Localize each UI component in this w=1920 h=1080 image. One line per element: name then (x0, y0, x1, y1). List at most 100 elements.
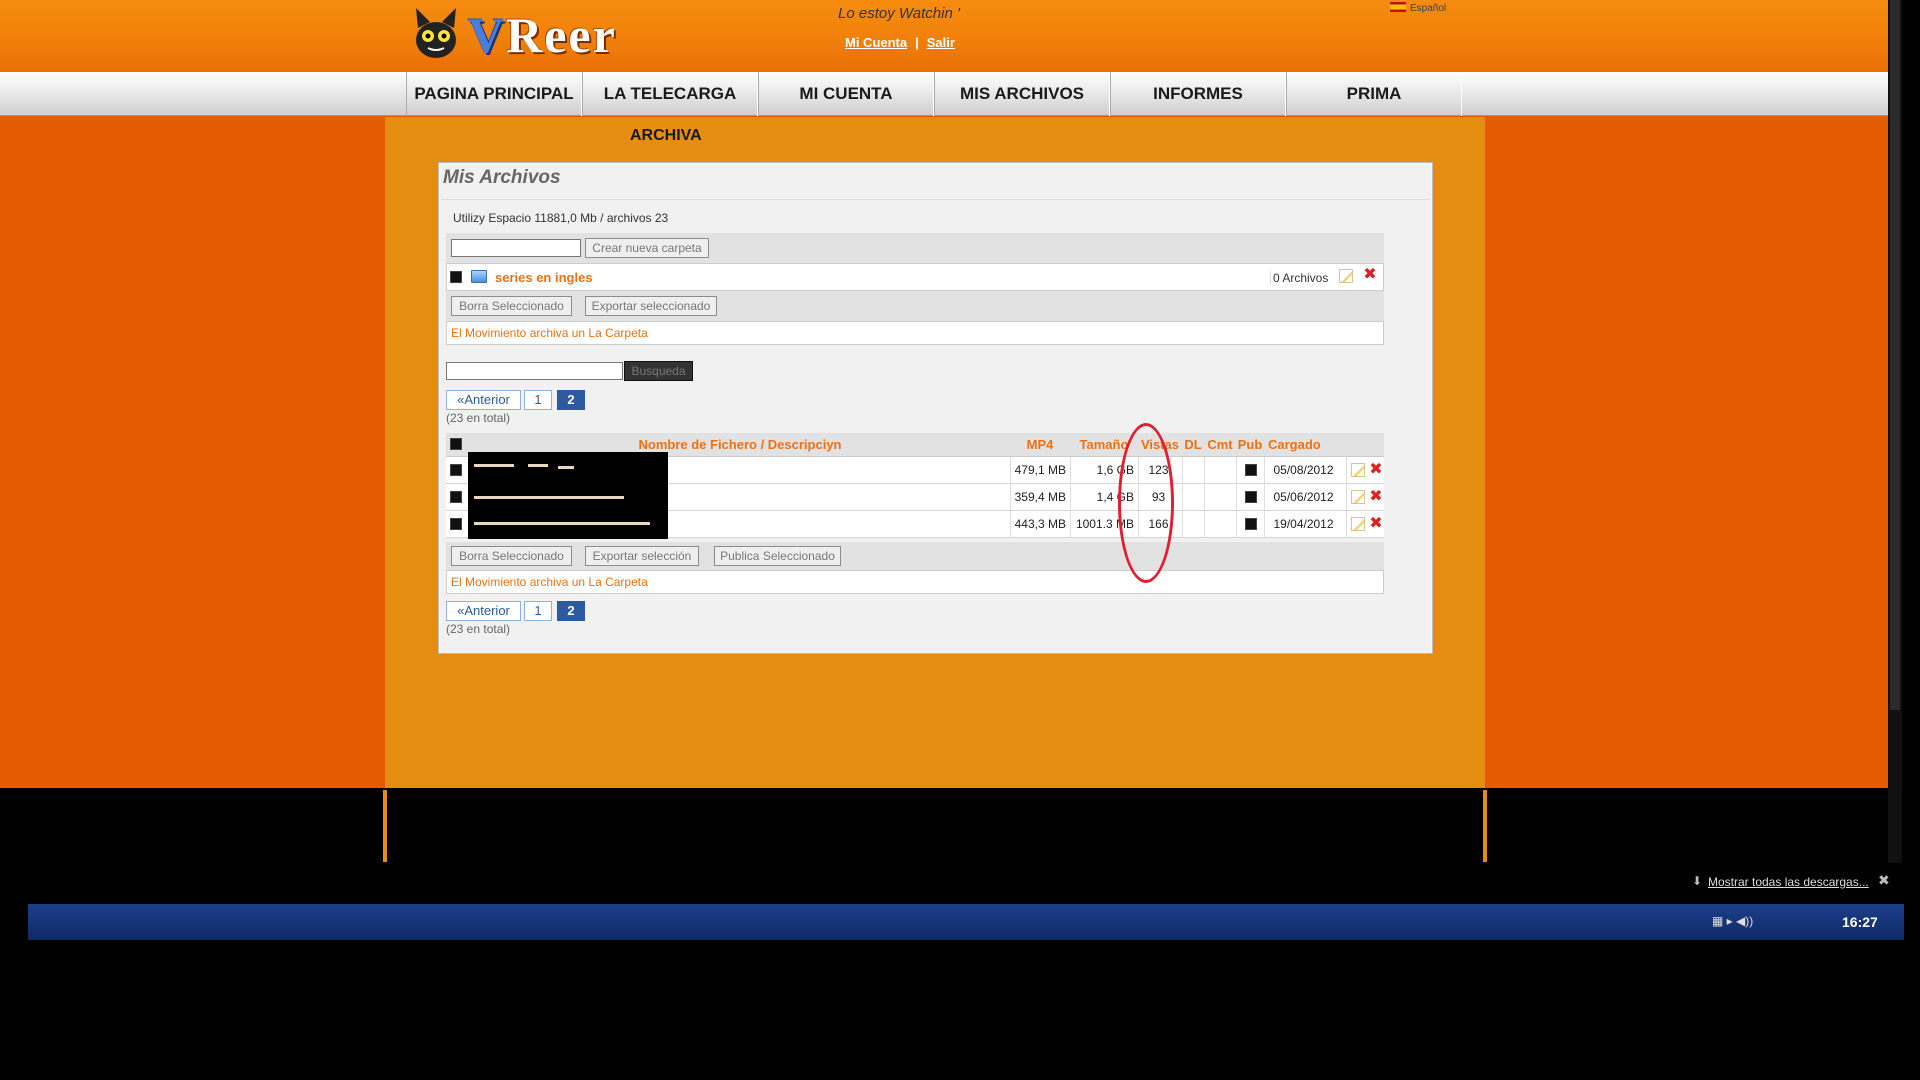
col-cmt[interactable]: Cmt (1204, 433, 1236, 457)
row-pub (1236, 457, 1264, 484)
edit-icon[interactable] (1351, 517, 1365, 531)
browser-viewport: VReer Lo estoy Watchin ' Mi Cuenta | Salir… (0, 0, 1888, 788)
delete-icon[interactable]: ✖ (1369, 462, 1383, 478)
link-separator: | (915, 35, 919, 50)
row-mp4: 479,1 MB (1010, 457, 1070, 484)
col-dl[interactable]: DL (1182, 433, 1204, 457)
logout-link[interactable]: Salir (927, 35, 955, 50)
folder-checkbox[interactable] (450, 271, 462, 283)
col-uploaded-label: Cargado (1268, 437, 1321, 452)
files-export-selected-button[interactable]: Exportar selección (585, 546, 699, 566)
delete-icon[interactable]: ✖ (1369, 489, 1383, 505)
system-tray[interactable]: ▦ ▸ ◀)) (1712, 914, 1753, 928)
cat-logo-icon (416, 8, 456, 58)
show-all-downloads-link[interactable]: Mostrar todas las descargas... (1708, 875, 1869, 889)
folder-export-selected-button[interactable]: Exportar seleccionado (585, 296, 717, 316)
pager-prev-button[interactable]: «Anterior (446, 601, 521, 621)
scrollbar-thumb[interactable] (1890, 0, 1900, 710)
edit-icon[interactable] (1339, 269, 1353, 283)
pager-total: (23 en total) (446, 411, 511, 425)
download-arrow-icon: ⬇ (1692, 874, 1703, 888)
logo-text: VReer (468, 7, 617, 63)
nav-item-my-files[interactable]: MIS ARCHIVOS (934, 72, 1110, 116)
row-actions: ✖ (1346, 484, 1384, 511)
nav-item-my-account[interactable]: MI CUENTA (758, 72, 934, 116)
row-mp4: 359,4 MB (1010, 484, 1070, 511)
taskbar-clock: 16:27 (1842, 914, 1878, 930)
close-icon[interactable]: ✖ (1878, 872, 1890, 889)
row-cmt (1204, 484, 1236, 511)
row-uploaded: 19/04/2012 (1264, 511, 1346, 538)
move-to-folder-link[interactable]: El Movimiento archiva un La Carpeta (451, 575, 648, 589)
select-all-checkbox[interactable] (450, 438, 462, 450)
pager-page-2[interactable]: 2 (557, 390, 585, 410)
row-uploaded: 05/08/2012 (1264, 457, 1346, 484)
pub-checkbox[interactable] (1245, 464, 1257, 476)
site-header: VReer Lo estoy Watchin ' Mi Cuenta | Salir… (0, 0, 1888, 72)
search-input[interactable] (446, 362, 623, 380)
search-button[interactable]: Busqueda (624, 361, 693, 381)
pub-checkbox[interactable] (1245, 518, 1257, 530)
downloads-bar (0, 863, 1888, 903)
pager-page-2[interactable]: 2 (557, 601, 585, 621)
col-pub[interactable]: Pub (1236, 433, 1264, 457)
col-mp4[interactable]: MP4 (1010, 433, 1070, 457)
panel-title: Mis Archivos (443, 167, 561, 188)
divider (441, 199, 1430, 200)
row-dl (1182, 484, 1204, 511)
row-uploaded: 05/06/2012 (1264, 484, 1346, 511)
row-checkbox[interactable] (450, 518, 462, 530)
col-uploaded[interactable]: Cargado ▼ (1264, 433, 1334, 476)
subnav-item-archiva[interactable]: ARCHIVA (630, 127, 702, 145)
row-pub (1236, 484, 1264, 511)
highlight-circle (1118, 423, 1174, 583)
row-dl (1182, 457, 1204, 484)
tagline: Lo estoy Watchin ' (838, 5, 960, 22)
main-nav: PAGINA PRINCIPAL LA TELECARGA MI CUENTA … (0, 72, 1888, 116)
pager-top: «Anterior 1 2 (446, 390, 606, 410)
site-logo[interactable]: VReer (406, 2, 656, 63)
pager-prev-button[interactable]: «Anterior (446, 390, 521, 410)
move-to-folder-link[interactable]: El Movimiento archiva un La Carpeta (451, 326, 648, 340)
vertical-scrollbar[interactable] (1888, 0, 1902, 863)
header-links: Mi Cuenta | Salir (845, 35, 955, 50)
screen: VReer Lo estoy Watchin ' Mi Cuenta | Salir… (0, 0, 1920, 1080)
language-selector[interactable]: Español (1390, 2, 1446, 14)
folder-file-count: 0 Archivos (1270, 271, 1328, 285)
nav-item-premium[interactable]: PRIMA (1286, 72, 1462, 116)
delete-icon[interactable]: ✖ (1369, 516, 1383, 532)
content-edge-left (383, 790, 387, 862)
content-edge-right (1483, 790, 1487, 862)
spain-flag-icon (1390, 2, 1406, 12)
folder-delete-selected-button[interactable]: Borra Seleccionado (451, 296, 572, 316)
edit-icon[interactable] (1351, 463, 1365, 477)
language-label: Español (1410, 3, 1447, 14)
files-publish-selected-button[interactable]: Publica Seleccionado (714, 546, 841, 566)
folder-name-link[interactable]: series en ingles (495, 270, 593, 285)
row-cmt (1204, 511, 1236, 538)
row-pub (1236, 511, 1264, 538)
edit-icon[interactable] (1351, 490, 1365, 504)
files-delete-selected-button[interactable]: Borra Seleccionado (451, 546, 572, 566)
create-folder-button[interactable]: Crear nueva carpeta (585, 238, 709, 258)
taskbar (28, 904, 1904, 940)
nav-item-reports[interactable]: INFORMES (1110, 72, 1286, 116)
folder-icon (471, 270, 487, 283)
row-checkbox[interactable] (450, 464, 462, 476)
pager-bottom: «Anterior 1 2 (446, 601, 606, 621)
row-mp4: 443,3 MB (1010, 511, 1070, 538)
nav-item-upload[interactable]: LA TELECARGA (582, 72, 758, 116)
row-actions: ✖ (1346, 457, 1384, 484)
pager-page-1[interactable]: 1 (524, 390, 552, 410)
pager-page-1[interactable]: 1 (524, 601, 552, 621)
new-folder-input[interactable] (451, 239, 581, 257)
pub-checkbox[interactable] (1245, 491, 1257, 503)
my-account-link[interactable]: Mi Cuenta (845, 35, 907, 50)
row-cmt (1204, 457, 1236, 484)
row-checkbox[interactable] (450, 491, 462, 503)
nav-item-home[interactable]: PAGINA PRINCIPAL (406, 72, 582, 116)
redacted-file-names (468, 452, 668, 539)
delete-icon[interactable]: ✖ (1363, 267, 1377, 283)
pager-total: (23 en total) (446, 622, 511, 636)
storage-usage: Utilizy Espacio 11881,0 Mb / archivos 23 (453, 211, 669, 225)
